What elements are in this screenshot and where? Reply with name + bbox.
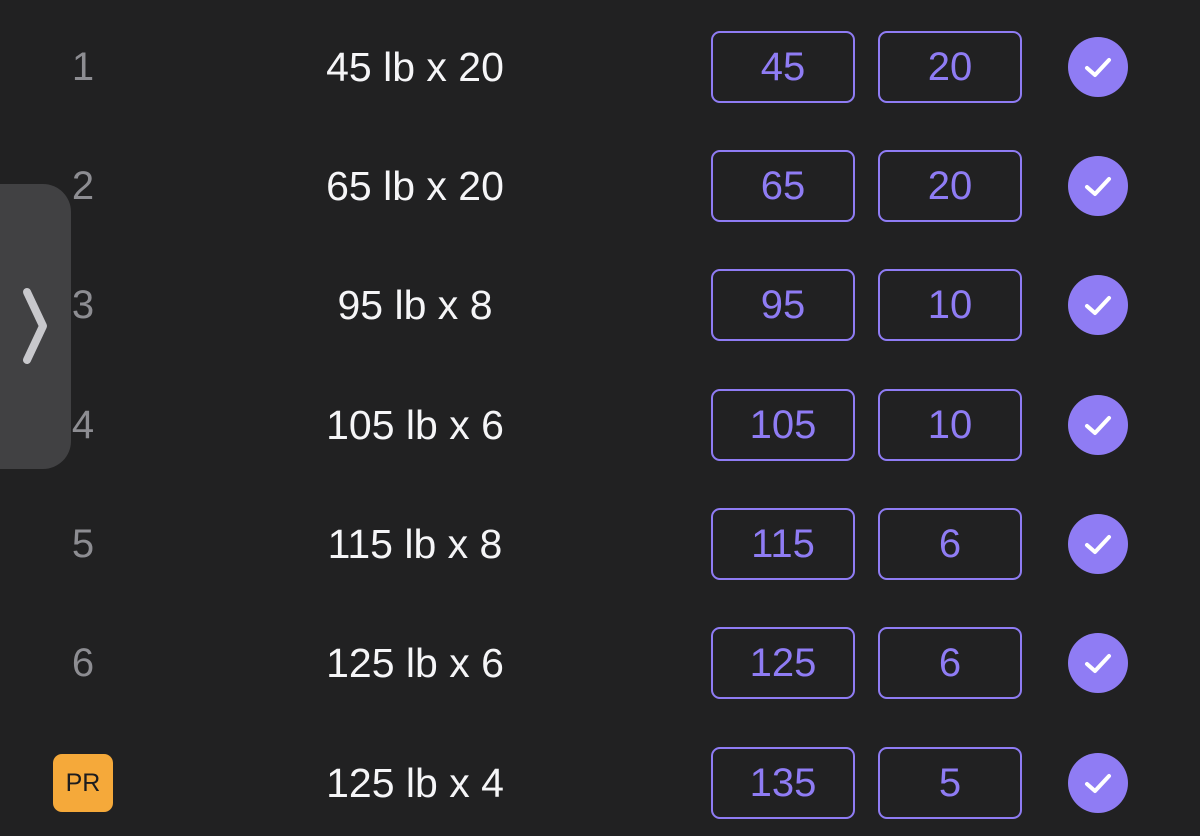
workout-set-list: 1 45 lb x 20 45 20 2 65 lb x 20 65 20 3 … — [0, 0, 1200, 836]
set-number: 1 — [71, 45, 95, 89]
reps-input[interactable]: 5 — [878, 747, 1022, 819]
weight-input[interactable]: 95 — [711, 269, 855, 341]
complete-set-button[interactable] — [1068, 753, 1128, 813]
checkmark-icon — [1085, 177, 1111, 196]
previous-performance: 45 lb x 20 — [326, 44, 504, 90]
reps-input[interactable]: 10 — [878, 269, 1022, 341]
set-number: 5 — [71, 522, 95, 566]
previous-performance: 105 lb x 6 — [326, 402, 504, 448]
weight-input[interactable]: 105 — [711, 389, 855, 461]
complete-set-button[interactable] — [1068, 37, 1128, 97]
set-row-4: 4 105 lb x 6 105 10 — [0, 389, 1200, 461]
reps-input[interactable]: 10 — [878, 389, 1022, 461]
complete-set-button[interactable] — [1068, 395, 1128, 455]
complete-set-button[interactable] — [1068, 156, 1128, 216]
set-row-5: 5 115 lb x 8 115 6 — [0, 508, 1200, 580]
previous-performance: 115 lb x 8 — [327, 521, 503, 567]
checkmark-icon — [1085, 535, 1111, 554]
set-number: 6 — [71, 641, 95, 685]
weight-input[interactable]: 115 — [711, 508, 855, 580]
chevron-right-icon — [23, 288, 47, 364]
previous-performance: 95 lb x 8 — [337, 282, 493, 328]
complete-set-button[interactable] — [1068, 633, 1128, 693]
weight-input[interactable]: 45 — [711, 31, 855, 103]
previous-performance: 125 lb x 6 — [326, 640, 504, 686]
previous-performance: 125 lb x 4 — [326, 760, 504, 806]
previous-performance: 65 lb x 20 — [326, 163, 504, 209]
set-row-7: PR 125 lb x 4 135 5 — [0, 747, 1200, 819]
complete-set-button[interactable] — [1068, 275, 1128, 335]
reps-input[interactable]: 20 — [878, 150, 1022, 222]
checkmark-icon — [1085, 416, 1111, 435]
checkmark-icon — [1085, 654, 1111, 673]
set-row-1: 1 45 lb x 20 45 20 — [0, 31, 1200, 103]
weight-input[interactable]: 125 — [711, 627, 855, 699]
weight-input[interactable]: 135 — [711, 747, 855, 819]
side-panel-handle[interactable] — [0, 184, 71, 469]
pr-badge: PR — [53, 754, 113, 812]
checkmark-icon — [1085, 58, 1111, 77]
set-row-6: 6 125 lb x 6 125 6 — [0, 627, 1200, 699]
checkmark-icon — [1085, 296, 1111, 315]
set-row-3: 3 95 lb x 8 95 10 — [0, 269, 1200, 341]
reps-input[interactable]: 6 — [878, 508, 1022, 580]
reps-input[interactable]: 6 — [878, 627, 1022, 699]
weight-input[interactable]: 65 — [711, 150, 855, 222]
reps-input[interactable]: 20 — [878, 31, 1022, 103]
complete-set-button[interactable] — [1068, 514, 1128, 574]
checkmark-icon — [1085, 774, 1111, 793]
set-row-2: 2 65 lb x 20 65 20 — [0, 150, 1200, 222]
